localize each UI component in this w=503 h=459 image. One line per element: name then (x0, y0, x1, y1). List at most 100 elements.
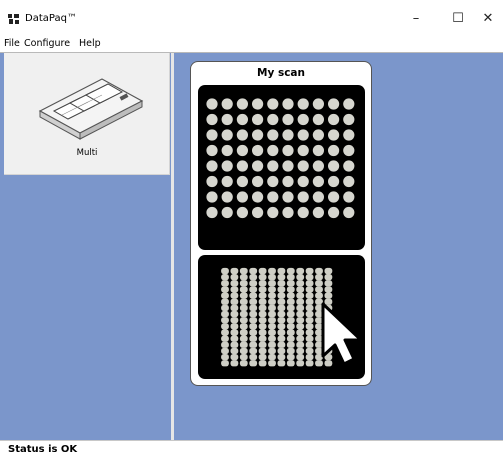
well (267, 113, 279, 126)
plate-96-well[interactable] (198, 85, 365, 250)
well (297, 191, 309, 203)
well (305, 280, 314, 287)
well (286, 298, 295, 305)
well (312, 206, 324, 219)
well (230, 280, 239, 287)
well (328, 206, 340, 219)
well (286, 317, 295, 324)
well (286, 267, 295, 275)
well (258, 353, 267, 361)
well (297, 206, 309, 219)
well (221, 292, 229, 299)
well (206, 206, 218, 219)
well (230, 267, 239, 275)
well (305, 298, 314, 305)
well (236, 98, 248, 110)
well (315, 292, 323, 299)
well (249, 274, 258, 281)
well (343, 160, 355, 172)
well (258, 267, 267, 275)
menu-configure[interactable]: Configure (24, 38, 70, 50)
minimize-button[interactable]: – (402, 9, 430, 29)
well (312, 129, 324, 141)
well (221, 144, 233, 157)
device-card-multi[interactable]: Multi (4, 53, 170, 175)
scan-workspace: My scan (174, 53, 503, 440)
well (268, 298, 276, 305)
well (282, 129, 294, 141)
well (249, 323, 258, 330)
well (286, 353, 295, 361)
well (296, 280, 305, 287)
datapaq-logo-icon (8, 14, 19, 24)
well (277, 329, 286, 336)
menu-help[interactable]: Help (79, 38, 101, 50)
well (297, 175, 309, 188)
well (249, 280, 258, 287)
well (296, 317, 305, 324)
well (236, 191, 248, 203)
close-button[interactable]: ✕ (474, 9, 502, 29)
scan-title: My scan (257, 67, 305, 79)
title-bar: DataPaq™ – ☐ ✕ (0, 0, 503, 36)
well (297, 160, 309, 172)
well (286, 335, 295, 342)
well (277, 323, 286, 330)
well (230, 298, 239, 305)
well (239, 329, 248, 336)
well (230, 329, 239, 336)
well (221, 304, 229, 312)
well (230, 353, 239, 361)
well (258, 317, 267, 324)
well (221, 113, 233, 126)
well (230, 347, 239, 355)
well (286, 304, 295, 312)
well (221, 335, 229, 342)
well (221, 310, 229, 318)
well (249, 329, 258, 336)
well (305, 286, 314, 293)
well (268, 335, 276, 342)
well (230, 310, 239, 318)
well (221, 129, 233, 141)
well (296, 267, 305, 275)
well (296, 323, 305, 330)
maximize-button[interactable]: ☐ (444, 9, 472, 29)
well (268, 304, 276, 312)
well (268, 360, 276, 367)
well (249, 360, 258, 367)
well (324, 286, 333, 293)
well (324, 274, 333, 281)
well (343, 144, 355, 157)
well (277, 317, 286, 324)
well (221, 98, 233, 110)
menu-file[interactable]: File (4, 38, 20, 50)
well (258, 292, 267, 299)
well (268, 317, 276, 324)
well (230, 292, 239, 299)
well (239, 310, 248, 318)
well (249, 341, 258, 348)
well (267, 206, 279, 219)
well (258, 298, 267, 305)
well (296, 274, 305, 281)
well (268, 280, 276, 287)
well (286, 323, 295, 330)
well (277, 310, 286, 318)
well (239, 280, 248, 287)
well (277, 353, 286, 361)
well (221, 329, 229, 336)
well (221, 175, 233, 188)
multi-plate-reader-icon (38, 78, 144, 140)
well (277, 274, 286, 281)
well (305, 329, 314, 336)
well (252, 206, 264, 219)
well (258, 341, 267, 348)
well (315, 280, 323, 287)
well (252, 129, 264, 141)
well (305, 267, 314, 275)
well (230, 360, 239, 367)
well (312, 98, 324, 110)
well (239, 274, 248, 281)
well (239, 323, 248, 330)
